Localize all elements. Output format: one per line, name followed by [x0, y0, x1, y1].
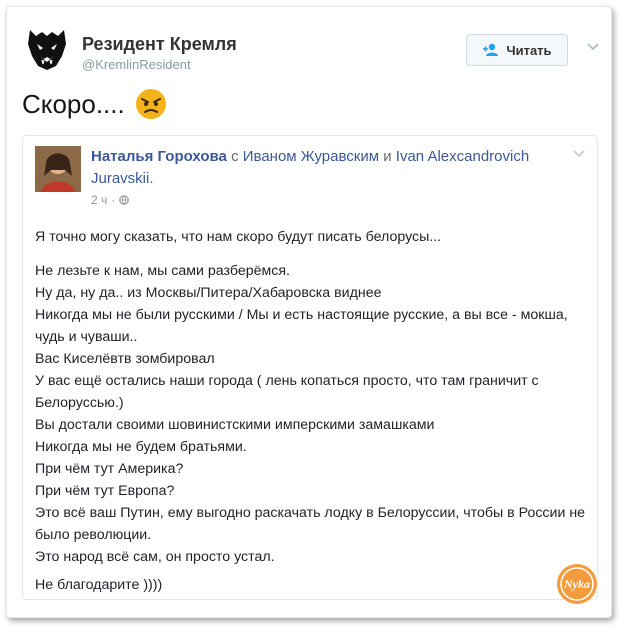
- quoted-author[interactable]: Наталья Горохова: [91, 148, 227, 165]
- post-time[interactable]: 2 ч ·: [91, 193, 130, 207]
- tweet-body: Скоро....: [22, 88, 125, 119]
- follow-button[interactable]: Читать: [466, 34, 568, 66]
- author-name[interactable]: Резидент Кремля: [82, 34, 237, 55]
- angry-face-icon: [135, 89, 166, 119]
- quoted-header: Наталья Горохова с Иваном Журавским и Iv…: [91, 146, 531, 190]
- add-user-icon: [482, 43, 500, 57]
- quoted-avatar[interactable]: [35, 146, 81, 192]
- post-line: Никогда мы не были русскими / Мы и есть …: [35, 307, 572, 345]
- author-handle[interactable]: @KremlinResident: [82, 57, 191, 72]
- post-line: Это всё ваш Путин, ему выгодно раскачать…: [35, 505, 590, 543]
- watermark-text: Nyka: [563, 577, 590, 591]
- post-line: Вас Киселёвтв зомбировал: [35, 351, 215, 367]
- bear-logo-icon: [28, 30, 66, 70]
- post-line: При чём тут Европа?: [35, 483, 175, 499]
- post-line: Вы достали своими шовинистскими имперски…: [35, 417, 435, 433]
- post-line: При чём тут Америка?: [35, 461, 184, 477]
- tagged-user-1[interactable]: Иваном Журавским: [243, 148, 379, 165]
- post-line: Ну да, ну да.. из Москвы/Питера/Хабаровс…: [35, 285, 382, 301]
- globe-icon: [119, 195, 130, 205]
- post-body: Я точно могу сказать, что нам скоро буду…: [35, 226, 591, 596]
- post-options-chevron-icon[interactable]: [573, 150, 585, 158]
- time-label: 2 ч: [91, 193, 108, 207]
- post-line: Никогда мы не будем братьями.: [35, 439, 247, 455]
- post-line: Я точно могу сказать, что нам скоро буду…: [35, 229, 442, 245]
- with-word: с: [231, 148, 239, 165]
- post-line: Не благодарите )))): [35, 577, 163, 593]
- post-line: Не лезьте к нам, мы сами разберёмся.: [35, 263, 290, 279]
- and-word: и: [383, 148, 392, 165]
- watermark-logo: Nyka: [557, 564, 597, 604]
- follow-label: Читать: [506, 42, 552, 58]
- post-line: Это народ всё сам, он просто устал.: [35, 549, 275, 565]
- chevron-down-icon[interactable]: [586, 42, 600, 52]
- quoted-post[interactable]: Наталья Горохова с Иваном Журавским и Iv…: [22, 135, 598, 600]
- tweet-text: Скоро....: [22, 88, 167, 120]
- post-line: У вас ещё остались наши города ( лень ко…: [35, 373, 543, 411]
- avatar[interactable]: [22, 22, 72, 72]
